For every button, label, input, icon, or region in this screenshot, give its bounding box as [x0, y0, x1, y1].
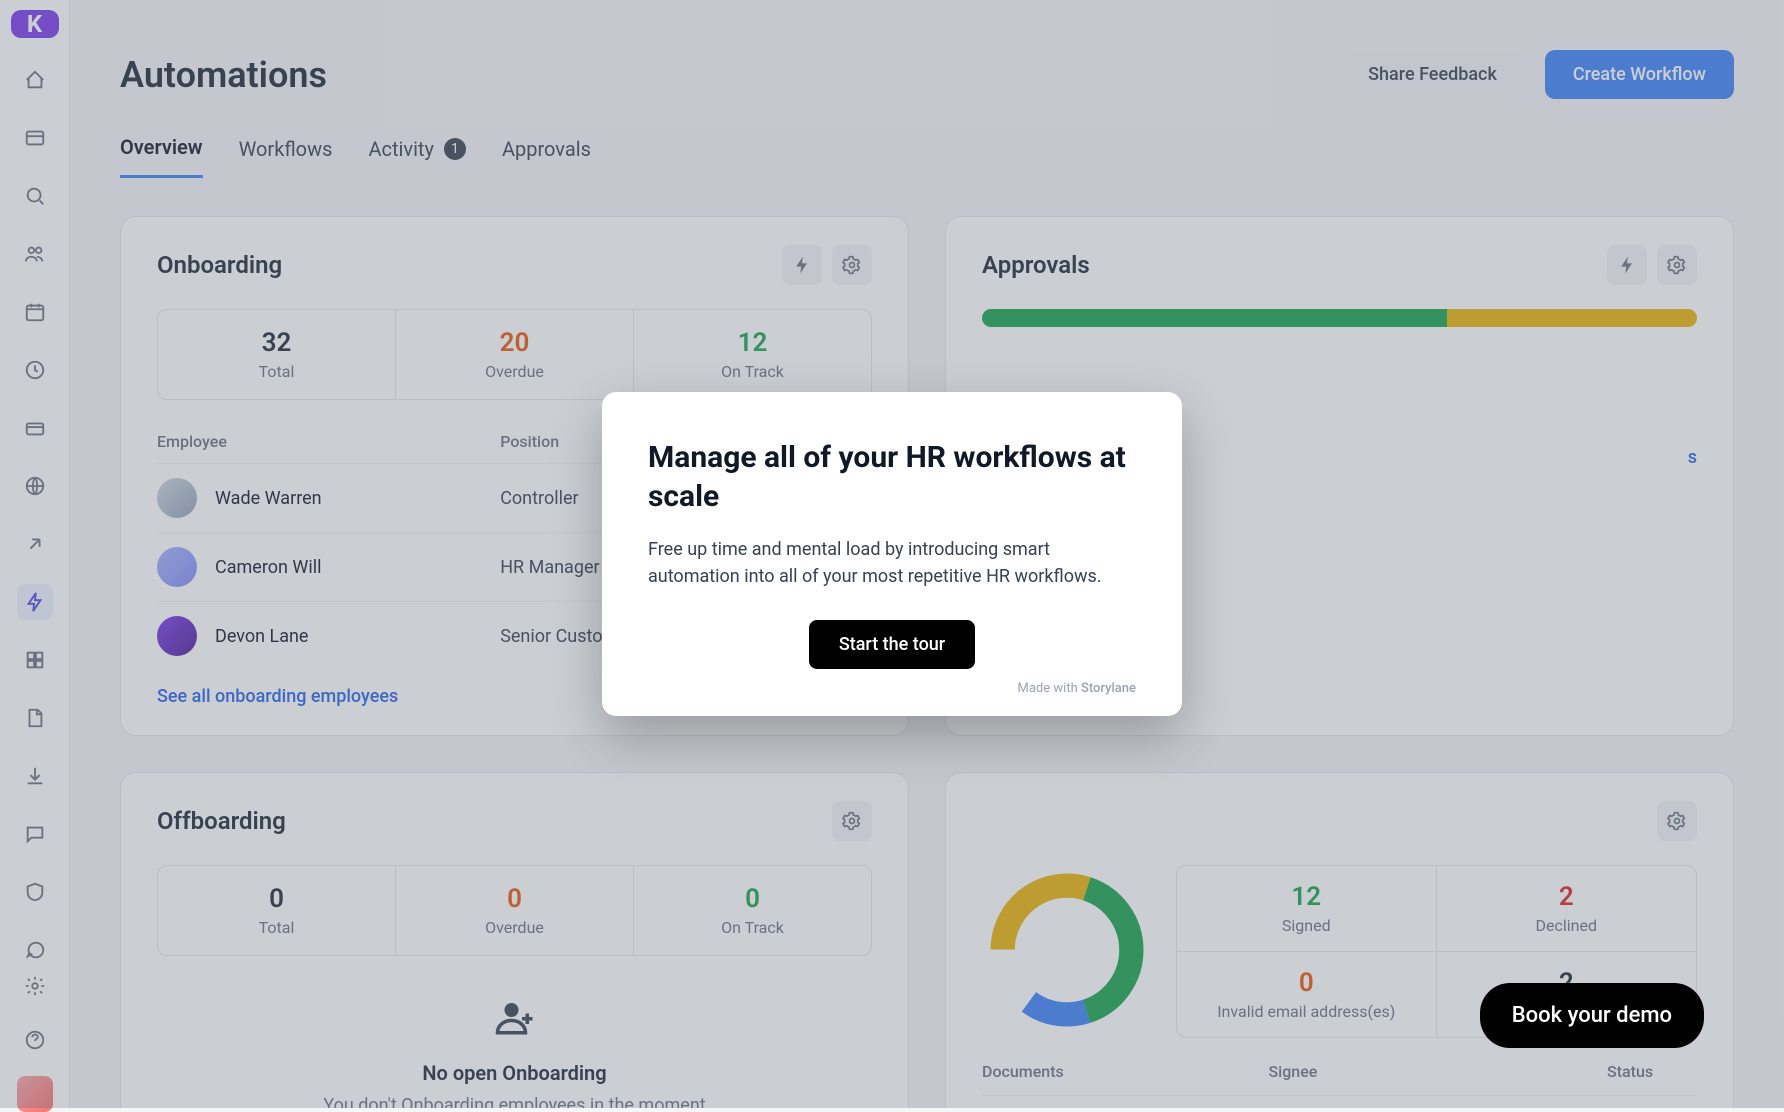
modal-overlay: Manage all of your HR workflows at scale…	[0, 0, 1784, 1108]
tour-modal: Manage all of your HR workflows at scale…	[602, 392, 1182, 716]
modal-body: Free up time and mental load by introduc…	[648, 536, 1136, 590]
modal-title: Manage all of your HR workflows at scale	[648, 438, 1136, 516]
book-demo-button[interactable]: Book your demo	[1480, 983, 1704, 1048]
modal-footer: Made with Storylane	[648, 681, 1136, 696]
start-tour-button[interactable]: Start the tour	[809, 620, 975, 669]
